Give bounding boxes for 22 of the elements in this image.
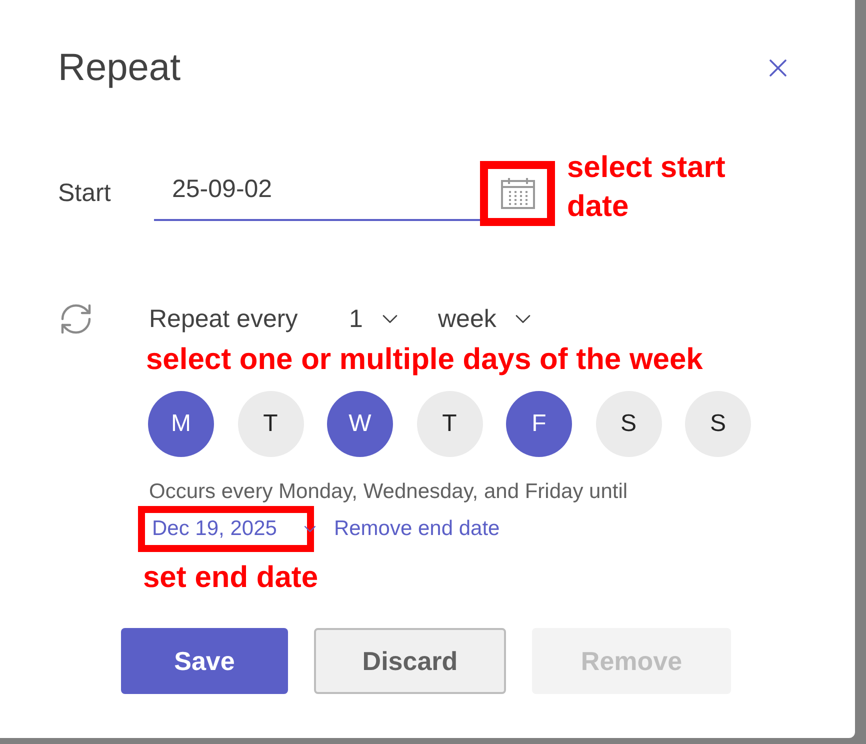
interval-dropdown[interactable]: 1 [349, 304, 438, 334]
action-button[interactable]: Discard [314, 628, 506, 694]
day-toggle[interactable]: M [148, 391, 214, 457]
calendar-button[interactable] [480, 160, 555, 226]
annotation-text: select one or multiple days of the week [146, 342, 703, 378]
day-toggle[interactable]: T [238, 391, 304, 457]
repeat-label: Repeat every [149, 304, 299, 334]
calendar-icon [500, 177, 534, 209]
recurrence-summary: Occurs every Monday, Wednesday, and Friday until [149, 480, 629, 504]
annotation-text: set end date [143, 560, 318, 596]
start-label: Start [58, 178, 112, 208]
day-toggle[interactable]: S [685, 391, 751, 457]
day-toggle[interactable]: W [327, 391, 393, 457]
day-toggle[interactable]: T [416, 391, 482, 457]
day-toggle[interactable]: F [506, 391, 572, 457]
annotation-text: select start date [567, 150, 726, 225]
dialog-title: Repeat [58, 46, 181, 90]
action-button[interactable]: Save [121, 628, 288, 694]
unit-dropdown[interactable]: week [438, 304, 536, 334]
remove-end-date-link[interactable]: Remove end date [334, 517, 500, 541]
day-toggle[interactable]: S [596, 391, 662, 457]
end-date-link[interactable]: Dec 19, 2025 [138, 506, 314, 552]
